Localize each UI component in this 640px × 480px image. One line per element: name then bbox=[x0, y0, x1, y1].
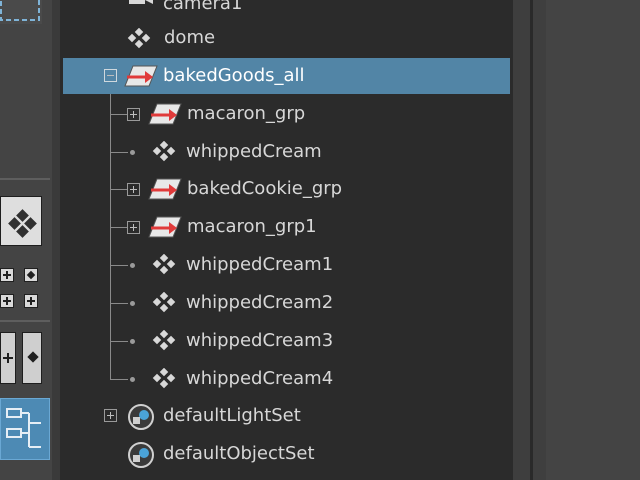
outliner-item-camera1[interactable]: camera1 bbox=[63, 0, 510, 20]
item-label: macaron_grp1 bbox=[187, 216, 317, 237]
collapse-toggle[interactable] bbox=[104, 69, 117, 82]
item-label: whippedCream4 bbox=[186, 368, 334, 389]
expand-icon[interactable] bbox=[0, 268, 14, 282]
outliner-item-bakedcookie-grp[interactable]: bakedCookie_grp bbox=[63, 173, 510, 205]
mesh-icon bbox=[152, 254, 176, 275]
diamond-icon bbox=[27, 351, 39, 363]
outliner-item-dome[interactable]: dome bbox=[63, 22, 510, 54]
camera-icon bbox=[129, 0, 153, 4]
item-label: whippedCream1 bbox=[186, 254, 334, 275]
mesh-icon bbox=[152, 368, 176, 389]
expand-icon[interactable] bbox=[0, 294, 14, 308]
top-shelf-button[interactable] bbox=[0, 0, 42, 24]
outliner-icon bbox=[6, 408, 41, 448]
layout-button-left[interactable] bbox=[0, 332, 16, 384]
viewport-area[interactable] bbox=[546, 0, 640, 480]
item-label: whippedCream2 bbox=[186, 292, 334, 313]
diamond-icon bbox=[8, 209, 37, 238]
mesh-icon bbox=[152, 330, 176, 351]
outliner-item-bakedgoods-all[interactable]: bakedGoods_all bbox=[63, 58, 510, 94]
leaf-dot bbox=[130, 263, 135, 268]
diamond-icon[interactable] bbox=[24, 268, 38, 282]
outliner-item-whippedcream[interactable]: whippedCream bbox=[63, 136, 510, 168]
leaf-dot bbox=[130, 301, 135, 306]
leaf-dot bbox=[130, 150, 135, 155]
leaf-dot bbox=[130, 377, 135, 382]
outliner-item-whippedcream2[interactable]: whippedCream2 bbox=[63, 287, 510, 319]
item-label: whippedCream3 bbox=[186, 330, 334, 351]
mesh-icon bbox=[152, 292, 176, 313]
outliner-item-whippedcream3[interactable]: whippedCream3 bbox=[63, 325, 510, 357]
shelf-divider bbox=[0, 178, 50, 180]
leaf-dot bbox=[130, 339, 135, 344]
item-label: macaron_grp bbox=[187, 103, 306, 124]
item-label: bakedGoods_all bbox=[163, 65, 305, 86]
item-label: whippedCream bbox=[186, 141, 322, 162]
expand-toggle[interactable] bbox=[127, 221, 140, 234]
group-icon bbox=[124, 65, 158, 87]
expand-toggle[interactable] bbox=[104, 409, 117, 422]
mesh-icon bbox=[152, 141, 176, 162]
outliner-item-defaultlightset[interactable]: defaultLightSet bbox=[63, 400, 510, 432]
expand-icon[interactable] bbox=[24, 294, 38, 308]
frame-icon bbox=[0, 0, 40, 21]
layout-button-right[interactable] bbox=[22, 332, 42, 384]
side-panel bbox=[533, 0, 546, 480]
outliner-item-whippedcream4[interactable]: whippedCream4 bbox=[63, 363, 510, 395]
outliner-item-macaron-grp1[interactable]: macaron_grp1 bbox=[63, 211, 510, 243]
group-icon bbox=[148, 103, 182, 125]
shelf-divider bbox=[0, 320, 50, 322]
item-label: bakedCookie_grp bbox=[187, 178, 343, 199]
set-icon bbox=[128, 404, 154, 430]
mesh-icon bbox=[127, 28, 151, 49]
item-label: defaultLightSet bbox=[163, 405, 301, 426]
group-icon bbox=[148, 216, 182, 238]
outliner-scrollbar-track[interactable] bbox=[513, 0, 530, 480]
set-icon bbox=[128, 442, 154, 468]
item-label: camera1 bbox=[163, 0, 243, 14]
plus-icon bbox=[3, 353, 13, 363]
outliner-item-defaultobjectset[interactable]: defaultObjectSet bbox=[63, 438, 510, 470]
expand-toggle[interactable] bbox=[127, 183, 140, 196]
item-label: defaultObjectSet bbox=[163, 443, 315, 464]
outliner-item-macaron-grp[interactable]: macaron_grp bbox=[63, 98, 510, 130]
outliner-item-whippedcream1[interactable]: whippedCream1 bbox=[63, 249, 510, 281]
mesh-display-button[interactable] bbox=[0, 196, 42, 246]
item-label: dome bbox=[164, 27, 216, 48]
outliner-toggle-button[interactable] bbox=[0, 398, 50, 460]
group-icon bbox=[148, 178, 182, 200]
expand-toggle[interactable] bbox=[127, 108, 140, 121]
